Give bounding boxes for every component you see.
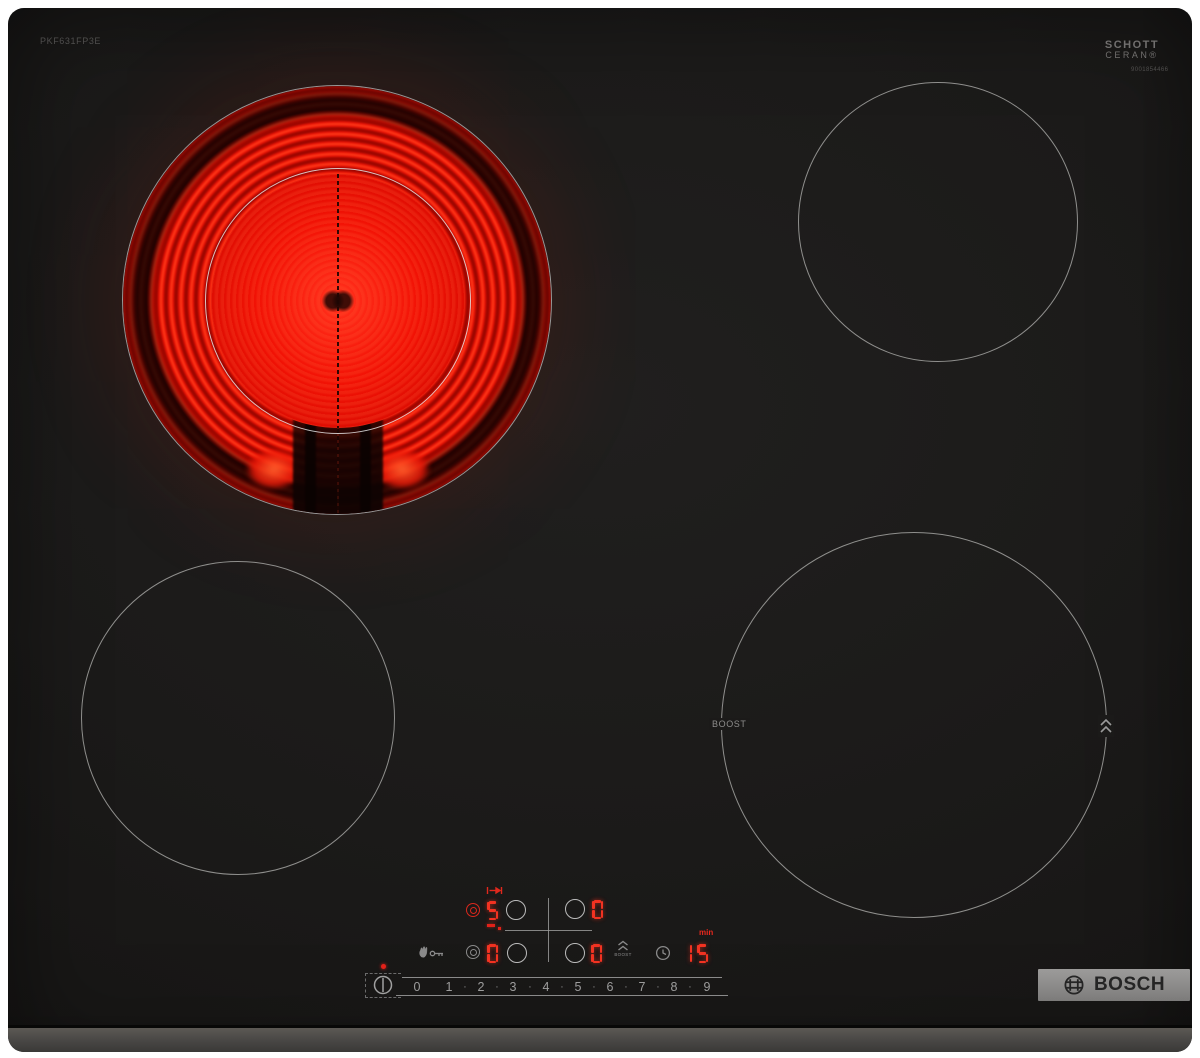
child-lock-icon[interactable] <box>418 945 445 959</box>
zone-select-front-left[interactable] <box>507 943 527 963</box>
model-number-label: PKF631FP3E <box>40 36 101 46</box>
cooking-zone-rear-right <box>798 82 1078 362</box>
bosch-logo-text: BOSCH <box>1094 974 1165 996</box>
cooking-zone-front-left <box>81 561 395 875</box>
display-front-left <box>487 944 498 963</box>
slider-number-8[interactable]: 8 <box>671 977 678 996</box>
slider-number-2[interactable]: 2 <box>478 977 485 996</box>
inner-zone-ring <box>205 168 471 434</box>
display-front-right <box>591 944 602 963</box>
slider-separator: · <box>688 977 692 996</box>
front-trim-strip <box>8 1025 1192 1052</box>
slider-separator: · <box>656 977 660 996</box>
coil-divider-lower <box>337 422 339 515</box>
boost-zone-label: BOOST <box>709 718 750 730</box>
slider-separator: · <box>495 977 499 996</box>
power-indicator-dot <box>381 964 386 969</box>
bosch-badge: BOSCH <box>1038 969 1190 1001</box>
zone-select-rear-right[interactable] <box>565 899 585 919</box>
display-rear-right <box>592 900 603 919</box>
timer-display <box>681 944 708 963</box>
slider-number-0[interactable]: 0 <box>414 977 421 996</box>
slider-separator: · <box>463 977 467 996</box>
cooking-zone-front-right <box>721 532 1107 918</box>
slider-number-9[interactable]: 9 <box>704 977 711 996</box>
dual-circuit-icon-active[interactable] <box>466 903 480 917</box>
slider-separator: · <box>624 977 628 996</box>
zone-select-front-right[interactable] <box>565 943 585 963</box>
slider-number-7[interactable]: 7 <box>639 977 646 996</box>
schott-logo-line2: CERAN® <box>1098 51 1166 61</box>
hob-product-image: PKF631FP3E SCHOTT CERAN® 9001854466 BOOS… <box>0 0 1200 1058</box>
display-rear-left <box>487 901 498 920</box>
extend-zone-icon[interactable] <box>486 886 503 895</box>
dual-circuit-icon[interactable] <box>466 945 480 959</box>
zone-select-rear-left[interactable] <box>506 900 526 920</box>
slider-separator: · <box>592 977 596 996</box>
timer-clock-icon[interactable] <box>655 945 671 961</box>
heat-indicator-bar <box>487 924 495 927</box>
cooking-zone-rear-left-active <box>122 85 552 515</box>
slider-separator: · <box>528 977 532 996</box>
boost-button[interactable]: BOOST <box>612 940 634 958</box>
slider-number-4[interactable]: 4 <box>543 977 550 996</box>
timer-unit-label: min <box>699 928 713 937</box>
heat-indicator-dot <box>498 927 501 930</box>
power-button[interactable] <box>372 974 394 996</box>
bosch-armature-icon <box>1063 974 1085 996</box>
slider-separator: · <box>560 977 564 996</box>
schott-ceran-logo: SCHOTT CERAN® <box>1098 39 1166 61</box>
zone-selector-cross-horizontal <box>505 930 592 931</box>
boost-button-label: BOOST <box>612 953 634 958</box>
slider-number-3[interactable]: 3 <box>510 977 517 996</box>
zone-more-chevron-icon <box>1098 715 1114 737</box>
slider-number-6[interactable]: 6 <box>607 977 614 996</box>
power-level-slider[interactable]: 0 1 · 2 · 3 · 4 · 5 · 6 · 7 · 8 · 9 <box>402 977 722 996</box>
slider-number-5[interactable]: 5 <box>575 977 582 996</box>
slider-number-1[interactable]: 1 <box>446 977 453 996</box>
serial-number-label: 9001854466 <box>1131 67 1168 73</box>
